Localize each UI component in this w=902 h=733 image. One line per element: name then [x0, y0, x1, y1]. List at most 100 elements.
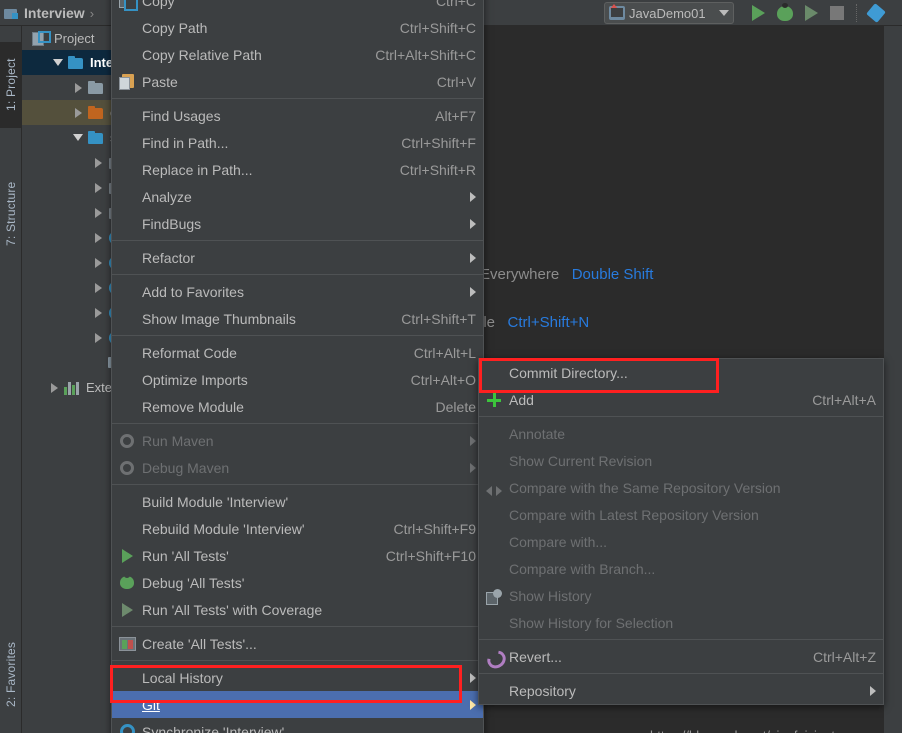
chevron-right-icon [470, 672, 476, 683]
sidebar-item-structure[interactable]: 7: Structure [0, 164, 22, 264]
sidebar-item-favorites[interactable]: 2: Favorites [0, 626, 22, 722]
menu-item-repository[interactable]: Repository [479, 677, 883, 704]
debug-icon[interactable] [777, 2, 793, 21]
menu-item-rebuild-module[interactable]: Rebuild Module 'Interview' Ctrl+Shift+F9 [112, 515, 483, 542]
toolbar-divider [856, 4, 857, 22]
menu-item-label: Refactor [142, 249, 195, 266]
menu-item-compare-same-repository-version: Compare with the Same Repository Version [479, 474, 883, 501]
menu-item-label: Reformat Code [142, 344, 237, 361]
chevron-right-icon[interactable] [44, 382, 64, 393]
menu-item-create-all-tests[interactable]: Create 'All Tests'... [112, 630, 483, 657]
menu-item-compare-latest-repository-version: Compare with Latest Repository Version [479, 501, 883, 528]
chevron-right-icon[interactable] [88, 182, 108, 193]
run-config-label: JavaDemo01 [629, 5, 706, 21]
menu-item-shortcut: Ctrl+C [435, 0, 476, 9]
menu-item-run-maven: Run Maven [112, 427, 483, 454]
menu-item-analyze[interactable]: Analyze [112, 183, 483, 210]
menu-item-icon-slot [112, 129, 142, 156]
menu-item-label: Revert... [509, 648, 562, 665]
menu-item-show-image-thumbnails[interactable]: Show Image Thumbnails Ctrl+Shift+T [112, 305, 483, 332]
menu-item-shortcut: Ctrl+Shift+F10 [385, 547, 476, 564]
menu-item-replace-in-path[interactable]: Replace in Path... Ctrl+Shift+R [112, 156, 483, 183]
menu-item-label: Rebuild Module 'Interview' [142, 520, 305, 537]
chevron-down-icon[interactable] [48, 59, 68, 66]
menu-item-run-all-tests[interactable]: Run 'All Tests' Ctrl+Shift+F10 [112, 542, 483, 569]
menu-item-icon-slot [479, 609, 509, 636]
menu-item-copy-path[interactable]: Copy Path Ctrl+Shift+C [112, 14, 483, 41]
menu-item-label: Git [142, 696, 160, 713]
menu-item-find-in-path[interactable]: Find in Path... Ctrl+Shift+F [112, 129, 483, 156]
menu-item-shortcut: Ctrl+Shift+F9 [393, 520, 476, 537]
sync-icon [112, 718, 142, 733]
chevron-right-icon[interactable] [68, 107, 88, 118]
menu-item-optimize-imports[interactable]: Optimize Imports Ctrl+Alt+O [112, 366, 483, 393]
left-tool-stripe: 1: Project 7: Structure 2: Favorites [0, 26, 22, 733]
chevron-right-icon[interactable] [88, 307, 108, 318]
menu-item-label: Copy Relative Path [142, 46, 262, 63]
chevron-down-icon[interactable] [68, 134, 88, 141]
git-submenu[interactable]: Commit Directory... Add Ctrl+Alt+A Annot… [478, 358, 884, 705]
chevron-right-icon[interactable] [68, 82, 88, 93]
menu-item-revert[interactable]: Revert... Ctrl+Alt+Z [479, 643, 883, 670]
menu-item-add-to-favorites[interactable]: Add to Favorites [112, 278, 483, 305]
menu-item-local-history[interactable]: Local History [112, 664, 483, 691]
menu-item-label: Compare with the Same Repository Version [509, 479, 781, 496]
chevron-right-icon[interactable] [88, 282, 108, 293]
chevron-right-icon[interactable] [88, 207, 108, 218]
menu-item-synchronize[interactable]: Synchronize 'Interview' [112, 718, 483, 733]
menu-item-find-usages[interactable]: Find Usages Alt+F7 [112, 102, 483, 129]
menu-item-copy[interactable]: Copy Ctrl+C [112, 0, 483, 14]
stop-icon[interactable] [830, 6, 844, 20]
menu-item-label: Annotate [509, 425, 566, 442]
chevron-right-icon [470, 462, 476, 473]
menu-item-commit-directory[interactable]: Commit Directory... [479, 359, 883, 386]
menu-item-icon-slot [112, 664, 142, 691]
menu-item-remove-module[interactable]: Remove Module Delete [112, 393, 483, 420]
project-window-icon [32, 31, 51, 46]
run-configuration-selector[interactable]: JavaDemo01 [604, 2, 734, 24]
settings-wrench-icon[interactable] [866, 3, 886, 23]
breadcrumb-project-label[interactable]: Interview [24, 5, 85, 21]
menu-item-run-all-tests-with-coverage[interactable]: Run 'All Tests' with Coverage [112, 596, 483, 623]
menu-item-debug-all-tests[interactable]: Debug 'All Tests' [112, 569, 483, 596]
menu-item-build-module[interactable]: Build Module 'Interview' [112, 488, 483, 515]
menu-separator [112, 335, 483, 336]
menu-item-reformat-code[interactable]: Reformat Code Ctrl+Alt+L [112, 339, 483, 366]
menu-item-refactor[interactable]: Refactor [112, 244, 483, 271]
chevron-right-icon[interactable] [88, 157, 108, 168]
sidebar-item-project[interactable]: 1: Project [0, 42, 22, 128]
menu-item-label: Synchronize 'Interview' [142, 723, 285, 733]
run-config-icon [609, 4, 625, 20]
chevron-right-icon [470, 286, 476, 297]
menu-item-paste[interactable]: Paste Ctrl+V [112, 68, 483, 95]
menu-item-findbugs[interactable]: FindBugs [112, 210, 483, 237]
run-icon[interactable] [752, 5, 765, 21]
tool-window-tab-label: 2: Favorites [4, 641, 18, 707]
menu-item-add[interactable]: Add Ctrl+Alt+A [479, 386, 883, 413]
chevron-right-icon [470, 191, 476, 202]
menu-item-label: Run 'All Tests' with Coverage [142, 601, 323, 618]
menu-item-shortcut: Ctrl+Alt+A [812, 391, 876, 408]
menu-item-compare-with-branch: Compare with Branch... [479, 555, 883, 582]
project-pane-title: Project [54, 30, 95, 46]
chevron-right-icon[interactable] [88, 232, 108, 243]
menu-item-icon-slot [112, 41, 142, 68]
chevron-down-icon[interactable] [719, 10, 729, 16]
menu-item-label: Build Module 'Interview' [142, 493, 289, 510]
menu-item-copy-relative-path[interactable]: Copy Relative Path Ctrl+Alt+Shift+C [112, 41, 483, 68]
chevron-right-icon[interactable] [88, 332, 108, 343]
menu-item-icon-slot [112, 14, 142, 41]
history-icon [479, 582, 509, 609]
menu-item-label: Compare with... [509, 533, 608, 550]
menu-item-git[interactable]: Git [112, 691, 483, 718]
menu-item-label: Compare with Latest Repository Version [509, 506, 759, 523]
menu-item-show-current-revision: Show Current Revision [479, 447, 883, 474]
menu-item-icon-slot [112, 515, 142, 542]
chevron-right-icon [870, 685, 876, 696]
tool-window-tab-label: 1: Project [4, 58, 18, 112]
run-with-coverage-icon[interactable] [805, 5, 818, 21]
chevron-right-icon[interactable] [88, 257, 108, 268]
context-menu[interactable]: Copy Ctrl+C Copy Path Ctrl+Shift+C Copy … [111, 0, 484, 733]
menu-item-icon-slot [479, 447, 509, 474]
menu-item-icon-slot [112, 366, 142, 393]
